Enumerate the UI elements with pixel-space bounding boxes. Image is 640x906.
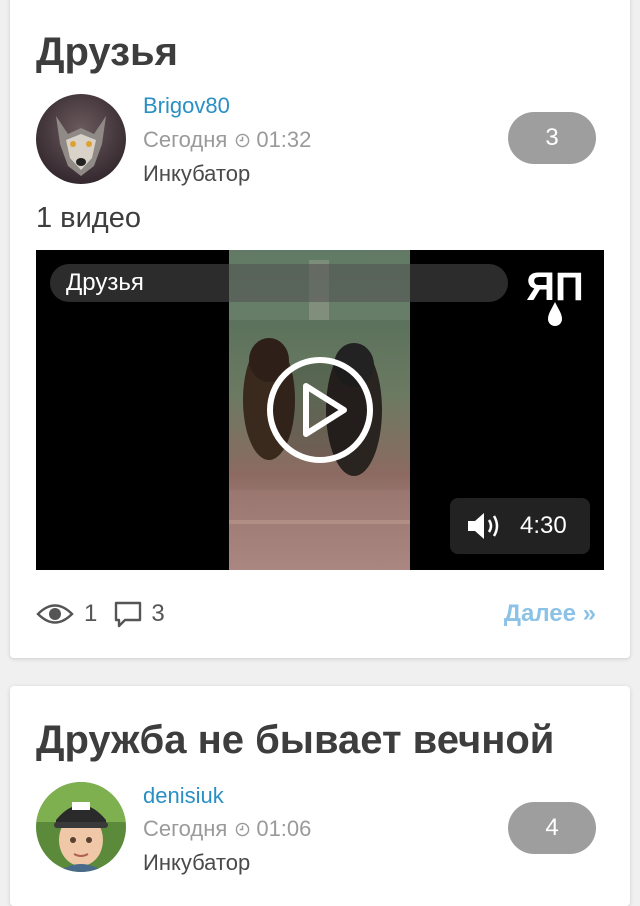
clock-icon: [236, 822, 250, 836]
author-link[interactable]: denisiuk: [143, 783, 224, 809]
date-label: Сегодня: [143, 127, 228, 152]
eye-icon: [36, 604, 74, 624]
duration-control[interactable]: 4:30: [450, 498, 590, 554]
post-title[interactable]: Друзья: [36, 30, 178, 75]
rating-badge[interactable]: 4: [508, 802, 596, 854]
date-label: Сегодня: [143, 816, 228, 841]
comments-count[interactable]: 3: [151, 600, 164, 628]
post-card: Друзья Brigov80 Сегодня 01:32 Инкубатор: [10, 0, 630, 658]
video-count: 1 видео: [36, 202, 141, 234]
speaker-icon[interactable]: [466, 511, 502, 541]
avatar[interactable]: [36, 782, 126, 872]
rating-badge[interactable]: 3: [508, 112, 596, 164]
post-title[interactable]: Дружба не бывает вечной: [36, 718, 554, 763]
read-more-link[interactable]: Далее »: [504, 600, 596, 628]
category-label[interactable]: Инкубатор: [143, 161, 250, 187]
views-count: 1: [84, 600, 98, 627]
category-label[interactable]: Инкубатор: [143, 850, 250, 876]
video-player[interactable]: Друзья ЯП 4:30: [36, 250, 604, 570]
comment-icon[interactable]: [113, 600, 143, 628]
post-stats: 1 3: [36, 600, 165, 628]
time-label: 01:32: [256, 127, 312, 152]
post-card: Дружба не бывает вечной denisiuk Сегодня…: [10, 686, 630, 906]
author-link[interactable]: Brigov80: [143, 93, 230, 119]
avatar[interactable]: [36, 94, 126, 184]
video-duration: 4:30: [520, 512, 567, 539]
time-label: 01:06: [256, 816, 312, 841]
post-date: Сегодня 01:32: [143, 127, 311, 153]
yap-logo-icon: ЯП: [526, 265, 584, 326]
post-date: Сегодня 01:06: [143, 816, 311, 842]
play-icon[interactable]: [266, 356, 374, 464]
video-title: Друзья: [50, 264, 508, 302]
clock-icon: [236, 133, 250, 147]
